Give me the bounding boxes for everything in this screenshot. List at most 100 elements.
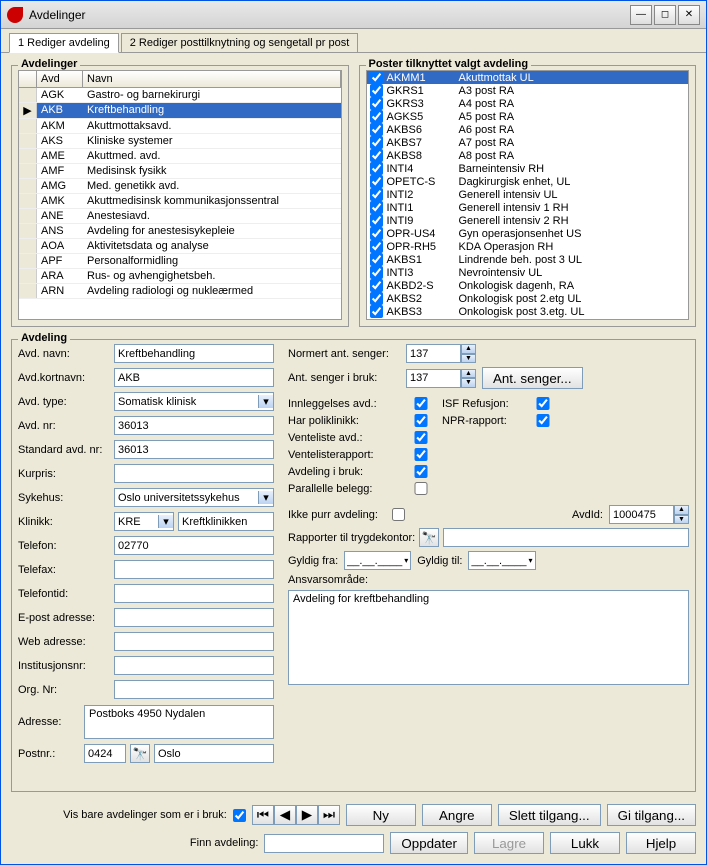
chk-post[interactable] [370,175,383,188]
gi-tilgang-button[interactable]: Gi tilgang... [607,804,696,826]
list-item[interactable]: INTI3Nevrointensiv UL [367,266,689,279]
chk-poliklinikk[interactable] [406,414,436,427]
table-row[interactable]: AMGMed. genetikk avd. [19,179,341,194]
table-row[interactable]: AMFMedisinsk fysikk [19,164,341,179]
oppdater-button[interactable]: Oppdater [390,832,468,854]
chk-post[interactable] [370,292,383,305]
tab-rediger-avdeling[interactable]: 1 Rediger avdeling [9,33,119,53]
angre-button[interactable]: Angre [422,804,492,826]
lagre-button[interactable]: Lagre [474,832,544,854]
poster-list[interactable]: AKMM1Akuttmottak ULGKRS1A3 post RAGKRS3A… [366,70,690,320]
list-item[interactable]: AKBS6A6 post RA [367,123,689,136]
combo-klinikk-code[interactable]: KRE▾ [114,512,174,531]
date-gyldigtil[interactable]: __.__.____▾ [468,551,535,570]
input-avd-navn[interactable] [114,344,274,363]
chk-post[interactable] [370,136,383,149]
list-item[interactable]: INTI4Barneintensiv RH [367,162,689,175]
input-finn-avdeling[interactable] [264,834,384,853]
list-item[interactable]: AKBD2-SOnkologisk dagenh, RA [367,279,689,292]
textarea-ansvar[interactable]: Avdeling for kreftbehandling [288,590,689,685]
spin-down-icon[interactable]: ▼ [461,354,476,364]
input-epost[interactable] [114,608,274,627]
input-postnr[interactable] [84,744,126,763]
minimize-button[interactable]: — [630,5,652,25]
slett-tilgang-button[interactable]: Slett tilgang... [498,804,601,826]
spin-up-icon[interactable]: ▲ [461,369,476,379]
spin-ibruk[interactable]: ▲▼ [406,369,476,388]
chk-venteliste[interactable] [406,431,436,444]
table-row[interactable]: AMKAkuttmedisinsk kommunikasjonssentral [19,194,341,209]
input-orgnr[interactable] [114,680,274,699]
list-item[interactable]: AKBS8A8 post RA [367,149,689,162]
col-header-avd[interactable]: Avd [37,71,83,87]
list-item[interactable]: AKBS1Lindrende beh. post 3 UL [367,253,689,266]
col-header-navn[interactable]: Navn [83,71,341,87]
chk-post[interactable] [370,188,383,201]
input-trygdekontor[interactable] [443,528,689,547]
input-telefax[interactable] [114,560,274,579]
input-web[interactable] [114,632,274,651]
input-telefon[interactable] [114,536,274,555]
chk-npr[interactable] [528,414,558,427]
input-klinikk-name[interactable] [178,512,274,531]
spin-avdid[interactable]: ▲▼ [609,505,689,524]
table-row[interactable]: ANEAnestesiavd. [19,209,341,224]
hjelp-button[interactable]: Hjelp [626,832,696,854]
avdelinger-grid[interactable]: Avd Navn AGKGastro- og barnekirurgi▶AKBK… [18,70,342,320]
input-kurpris[interactable] [114,464,274,483]
input-poststed[interactable] [154,744,274,763]
chk-vis-bare[interactable] [233,809,246,822]
table-row[interactable]: AKMAkuttmottaksavd. [19,119,341,134]
close-button[interactable]: ✕ [678,5,700,25]
spin-down-icon[interactable]: ▼ [461,378,476,388]
chk-post[interactable] [370,240,383,253]
maximize-button[interactable]: ◻ [654,5,676,25]
spin-up-icon[interactable]: ▲ [674,505,689,515]
table-row[interactable]: ARARus- og avhengighetsbeh. [19,269,341,284]
chk-innlegg[interactable] [406,397,436,410]
spin-up-icon[interactable]: ▲ [461,344,476,354]
binoculars-icon[interactable]: 🔭 [419,528,439,547]
chk-post[interactable] [370,110,383,123]
chk-post[interactable] [370,84,383,97]
textarea-adresse[interactable]: Postboks 4950 Nydalen [84,705,274,739]
table-row[interactable]: AKSKliniske systemer [19,134,341,149]
chk-isf[interactable] [528,397,558,410]
chevron-down-icon[interactable]: ▾ [158,515,173,528]
chk-avdibruk[interactable] [406,465,436,478]
tab-rediger-posttilknytning[interactable]: 2 Rediger posttilknytning og sengetall p… [121,33,359,52]
input-nr[interactable] [114,416,274,435]
ny-button[interactable]: Ny [346,804,416,826]
list-item[interactable]: INTI9Generell intensiv 2 RH [367,214,689,227]
list-item[interactable]: OPR-US4Gyn operasjonsenhet US [367,227,689,240]
list-item[interactable]: OPETC-SDagkirurgisk enhet, UL [367,175,689,188]
chk-post[interactable] [370,266,383,279]
chk-post[interactable] [370,149,383,162]
chk-post[interactable] [370,305,383,318]
chk-post[interactable] [370,227,383,240]
table-row[interactable]: ▶AKBKreftbehandling [19,103,341,119]
chk-post[interactable] [370,279,383,292]
lukk-button[interactable]: Lukk [550,832,620,854]
date-gyldigfra[interactable]: __.__.____▾ [344,551,411,570]
chevron-down-icon[interactable]: ▾ [258,395,273,408]
chk-post[interactable] [370,201,383,214]
chk-ventelisterapport[interactable] [406,448,436,461]
list-item[interactable]: AKBS7A7 post RA [367,136,689,149]
table-row[interactable]: AMEAkuttmed. avd. [19,149,341,164]
spin-normert[interactable]: ▲▼ [406,344,476,363]
list-item[interactable]: AGKS5A5 post RA [367,110,689,123]
list-item[interactable]: AKMM1Akuttmottak UL [367,71,689,84]
ant-senger-button[interactable]: Ant. senger... [482,367,583,389]
chk-ikkepurr[interactable] [392,508,405,521]
combo-sykehus[interactable]: Oslo universitetssykehus▾ [114,488,274,507]
chevron-down-icon[interactable]: ▾ [529,556,533,565]
binoculars-icon[interactable]: 🔭 [130,744,150,763]
nav-first-button[interactable]: ⏮ [252,805,274,825]
chevron-down-icon[interactable]: ▾ [258,491,273,504]
table-row[interactable]: AGKGastro- og barnekirurgi [19,88,341,103]
input-telefontid[interactable] [114,584,274,603]
chevron-down-icon[interactable]: ▾ [404,556,408,565]
list-item[interactable]: AKBS2Onkologisk post 2.etg UL [367,292,689,305]
combo-type[interactable]: Somatisk klinisk▾ [114,392,274,411]
